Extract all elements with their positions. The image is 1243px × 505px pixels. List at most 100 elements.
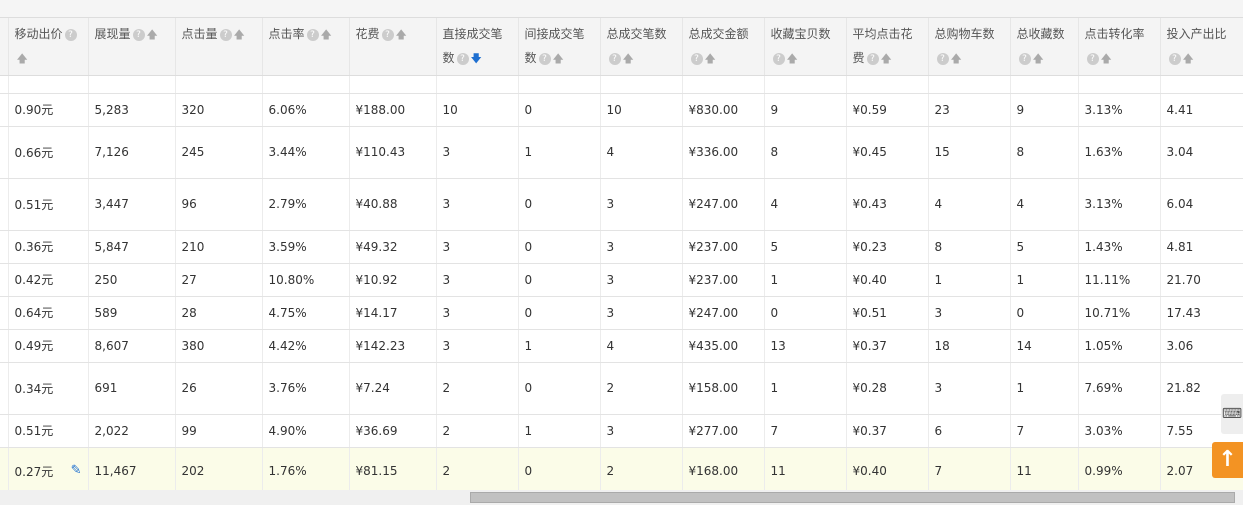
- column-header[interactable]: 投入产出比? 🡅: [1160, 18, 1243, 76]
- help-icon[interactable]: ?: [64, 28, 77, 41]
- column-header[interactable]: 总收藏数? 🡅: [1010, 18, 1079, 76]
- cell-value: 0: [524, 305, 533, 320]
- sort-down-icon[interactable]: 🡇: [471, 47, 482, 71]
- sort-up-icon[interactable]: 🡅: [1183, 47, 1194, 71]
- help-icon[interactable]: ?: [772, 52, 785, 65]
- table-cell: 0: [518, 296, 601, 330]
- column-header[interactable]: 移动出价 ? 🡅: [8, 18, 89, 76]
- cell-value: 2.07: [1166, 464, 1194, 478]
- help-icon[interactable]: ?: [936, 52, 949, 65]
- column-header[interactable]: 总购物车数? 🡅: [928, 18, 1011, 76]
- sort-up-icon[interactable]: 🡅: [623, 47, 634, 71]
- table-cell: 589: [88, 296, 176, 330]
- table-cell: 0: [518, 362, 601, 415]
- mobile-bid-cell[interactable]: 0.27元 ✎: [8, 447, 89, 496]
- sort-up-icon[interactable]: 🡅: [396, 23, 407, 47]
- column-label: 总成交笔数: [606, 27, 667, 41]
- help-icon[interactable]: ?: [866, 52, 879, 65]
- sort-up-icon[interactable]: 🡅: [553, 47, 564, 71]
- cell-value: 7,126: [94, 145, 129, 159]
- column-label: 总收藏数: [1016, 27, 1065, 41]
- cell-value: 4.90%: [268, 423, 307, 438]
- table-cell: 3.59%: [262, 230, 350, 264]
- sort-up-icon[interactable]: 🡅: [321, 23, 332, 47]
- column-header[interactable]: 花费? 🡅: [349, 18, 437, 76]
- table-cell: 0: [518, 178, 601, 231]
- help-icon[interactable]: ?: [690, 52, 703, 65]
- cell-value: 99: [181, 423, 197, 438]
- cell-value: 3: [606, 197, 615, 211]
- table-cell: ¥14.17: [349, 296, 437, 330]
- side-tool-button[interactable]: ⌨: [1221, 394, 1243, 434]
- help-icon[interactable]: ?: [1086, 52, 1099, 65]
- column-header[interactable]: 点击转化率? 🡅: [1078, 18, 1161, 76]
- cell-value: 3,447: [94, 197, 129, 211]
- help-icon[interactable]: ?: [132, 28, 145, 41]
- help-icon[interactable]: ?: [608, 52, 621, 65]
- table-cell: 21.70: [1160, 263, 1243, 297]
- cell-value: ¥0.59: [852, 102, 887, 117]
- back-to-top-button[interactable]: ↑: [1212, 442, 1243, 478]
- table-cell: 14: [1010, 329, 1079, 363]
- pencil-icon[interactable]: ✎: [71, 463, 82, 478]
- table-row: 0.66元 7,126 245 3.44% ¥110.43 3 1 4 ¥336.00 8 ¥0.4…: [0, 126, 1243, 179]
- help-icon[interactable]: ?: [381, 28, 394, 41]
- table-cell: ¥40.88: [349, 178, 437, 231]
- table-cell: 96: [175, 178, 263, 231]
- cell-value: 3.76%: [268, 381, 307, 395]
- column-header[interactable]: 收藏宝贝数? 🡅: [764, 18, 847, 76]
- sort-up-icon[interactable]: 🡅: [1101, 47, 1112, 71]
- sort-up-icon[interactable]: 🡅: [147, 23, 158, 47]
- table-cell: 23: [928, 93, 1011, 127]
- column-header[interactable]: 间接成交笔数? 🡅: [518, 18, 601, 76]
- table-cell: 3.04: [1160, 126, 1243, 179]
- column-header[interactable]: 展现量? 🡅: [88, 18, 176, 76]
- spacer-cell: [1160, 75, 1243, 94]
- sort-up-icon[interactable]: 🡅: [1033, 47, 1044, 71]
- cell-value: 6.04: [1166, 197, 1194, 211]
- table-cell: 6: [928, 414, 1011, 448]
- mobile-bid-cell[interactable]: 0.49元: [8, 329, 89, 363]
- scrollbar-thumb[interactable]: [470, 492, 1235, 503]
- table-cell: 3: [600, 263, 683, 297]
- help-icon[interactable]: ?: [538, 52, 551, 65]
- column-header[interactable]: 点击率? 🡅: [262, 18, 350, 76]
- column-header[interactable]: 总成交笔数? 🡅: [600, 18, 683, 76]
- mobile-bid-cell[interactable]: 0.66元: [8, 126, 89, 179]
- column-header[interactable]: 平均点击花费? 🡅: [846, 18, 929, 76]
- table-cell: ¥0.51: [846, 296, 929, 330]
- cell-value: ¥237.00: [688, 239, 739, 254]
- help-icon[interactable]: ?: [306, 28, 319, 41]
- mobile-bid-cell[interactable]: 0.64元: [8, 296, 89, 330]
- mobile-bid-cell[interactable]: 0.36元: [8, 230, 89, 264]
- cell-value: 1: [770, 381, 779, 395]
- help-icon[interactable]: ?: [1018, 52, 1031, 65]
- cell-value: ¥336.00: [688, 145, 739, 159]
- column-header[interactable]: [0, 18, 9, 76]
- cell-value: 0: [524, 239, 533, 254]
- table-row: 0.51元 2,022 99 4.90% ¥36.69 2 1 3 ¥277.00 7 ¥0.37 6…: [0, 414, 1243, 448]
- cell-value: 1: [1016, 272, 1025, 287]
- mobile-bid-cell[interactable]: 0.90元: [8, 93, 89, 127]
- mobile-bid-cell[interactable]: 0.51元: [8, 178, 89, 231]
- column-header[interactable]: 点击量? 🡅: [175, 18, 263, 76]
- column-header[interactable]: 总成交金额? 🡅: [682, 18, 765, 76]
- sort-up-icon[interactable]: 🡅: [234, 23, 245, 47]
- sort-up-icon[interactable]: 🡅: [881, 47, 892, 71]
- table-cell: 3: [600, 414, 683, 448]
- mobile-bid-cell[interactable]: 0.51元: [8, 414, 89, 448]
- help-icon[interactable]: ?: [1168, 52, 1181, 65]
- cell-value: 96: [181, 197, 197, 211]
- mobile-bid-cell[interactable]: 0.42元: [8, 263, 89, 297]
- column-label: 移动出价: [14, 27, 63, 41]
- sort-up-icon[interactable]: 🡅: [17, 47, 28, 71]
- table-cell: 8: [928, 230, 1011, 264]
- help-icon[interactable]: ?: [219, 28, 232, 41]
- horizontal-scrollbar[interactable]: [0, 490, 1243, 505]
- sort-up-icon[interactable]: 🡅: [951, 47, 962, 71]
- sort-up-icon[interactable]: 🡅: [787, 47, 798, 71]
- help-icon[interactable]: ?: [456, 52, 469, 65]
- sort-up-icon[interactable]: 🡅: [705, 47, 716, 71]
- mobile-bid-cell[interactable]: 0.34元: [8, 362, 89, 415]
- column-header[interactable]: 直接成交笔数? 🡇: [436, 18, 519, 76]
